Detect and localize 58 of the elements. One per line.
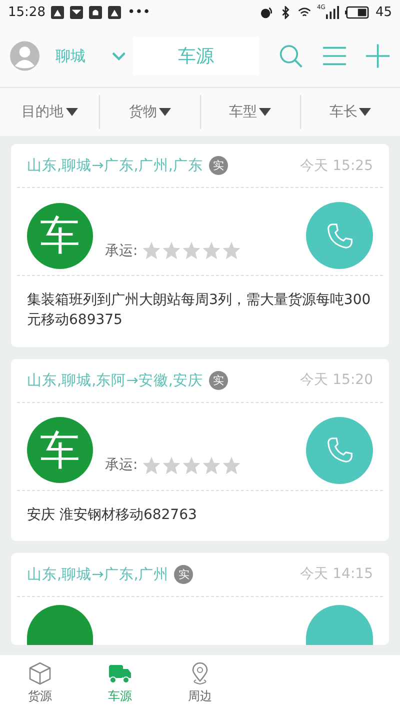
star-icon [162, 456, 181, 475]
nav-tab[interactable]: 货源 [0, 655, 80, 711]
post-time: 今天 15:20 [300, 371, 373, 390]
dropdown-triangle-icon [158, 108, 171, 116]
dropdown-triangle-icon [359, 108, 372, 116]
phone-icon [326, 436, 354, 464]
vehicle-avatar: 车 [27, 202, 93, 268]
filter-dropdown[interactable]: 车长 [300, 95, 400, 129]
search-icon[interactable] [279, 44, 303, 68]
post-time: 今天 15:25 [300, 156, 373, 174]
star-icon [182, 456, 201, 475]
listing-card[interactable]: 山东,聊城→广东,广州,广东 实 今天 15:25 车 承运: 集装箱班列到广州大朗站每周3列，需大量货源每吨300元移动689375 [11, 144, 389, 347]
call-button[interactable] [306, 604, 373, 645]
battery-icon [345, 6, 370, 19]
star-icon [182, 241, 201, 260]
listing-description: 集装箱班列到广州大朗站每周3列，需大量货源每吨300元移动689375 [26, 291, 372, 330]
verified-badge: 实 [208, 370, 228, 390]
listing-card[interactable]: 山东,聊城,东阿→安徽,安庆 实 今天 15:20 车 承运: 安庆 淮安钢材移动682763 [11, 358, 389, 541]
wifi-icon [298, 6, 311, 19]
page-title: 车源 [133, 37, 260, 75]
battery-level: 45 [375, 5, 392, 20]
vehicle-avatar: 车 [27, 417, 93, 484]
star-icon [202, 241, 221, 260]
dropdown-triangle-icon [259, 108, 272, 116]
menu-icon[interactable] [322, 44, 346, 68]
rating-label: 承运: [105, 456, 138, 474]
filter-dropdown[interactable]: 货物 [99, 95, 200, 129]
box-icon [28, 661, 52, 685]
post-time: 今天 14:15 [300, 565, 373, 584]
rating-label: 承运: [105, 242, 138, 260]
phone-icon [326, 222, 354, 250]
route-text: 山东,聊城→广东,广州 [27, 566, 168, 584]
chevron-down-icon[interactable] [112, 52, 126, 60]
more-notifications: ••• [127, 5, 150, 20]
star-icon [142, 241, 161, 260]
notification-icon [108, 6, 122, 19]
verified-badge: 实 [174, 564, 194, 584]
listing-description: 安庆 淮安钢材移动682763 [26, 506, 198, 525]
star-icon [222, 456, 241, 475]
nav-tab[interactable]: 周边 [160, 655, 240, 711]
notification-icon [51, 6, 64, 19]
filter-dropdown[interactable]: 车型 [200, 95, 300, 129]
add-icon[interactable] [366, 44, 390, 68]
star-icon [222, 241, 241, 260]
route-text: 山东,聊城→广东,广州,广东 [27, 156, 203, 175]
signal-icon [326, 6, 340, 19]
listing-card[interactable]: 山东,聊城→广东,广州 实 今天 14:15 [11, 552, 389, 645]
filter-dropdown[interactable]: 目的地 [0, 95, 100, 129]
user-avatar-icon[interactable] [10, 41, 40, 71]
vehicle-avatar [27, 604, 93, 645]
star-icon [202, 456, 221, 475]
status-time: 15:28 [8, 5, 46, 20]
route-text: 山东,聊城,东阿→安徽,安庆 [27, 372, 203, 390]
star-icon [162, 241, 181, 260]
star-icon [142, 456, 161, 475]
verified-badge: 实 [208, 156, 228, 175]
dropdown-triangle-icon [66, 108, 78, 116]
nav-tab[interactable]: 车源 [80, 655, 160, 711]
